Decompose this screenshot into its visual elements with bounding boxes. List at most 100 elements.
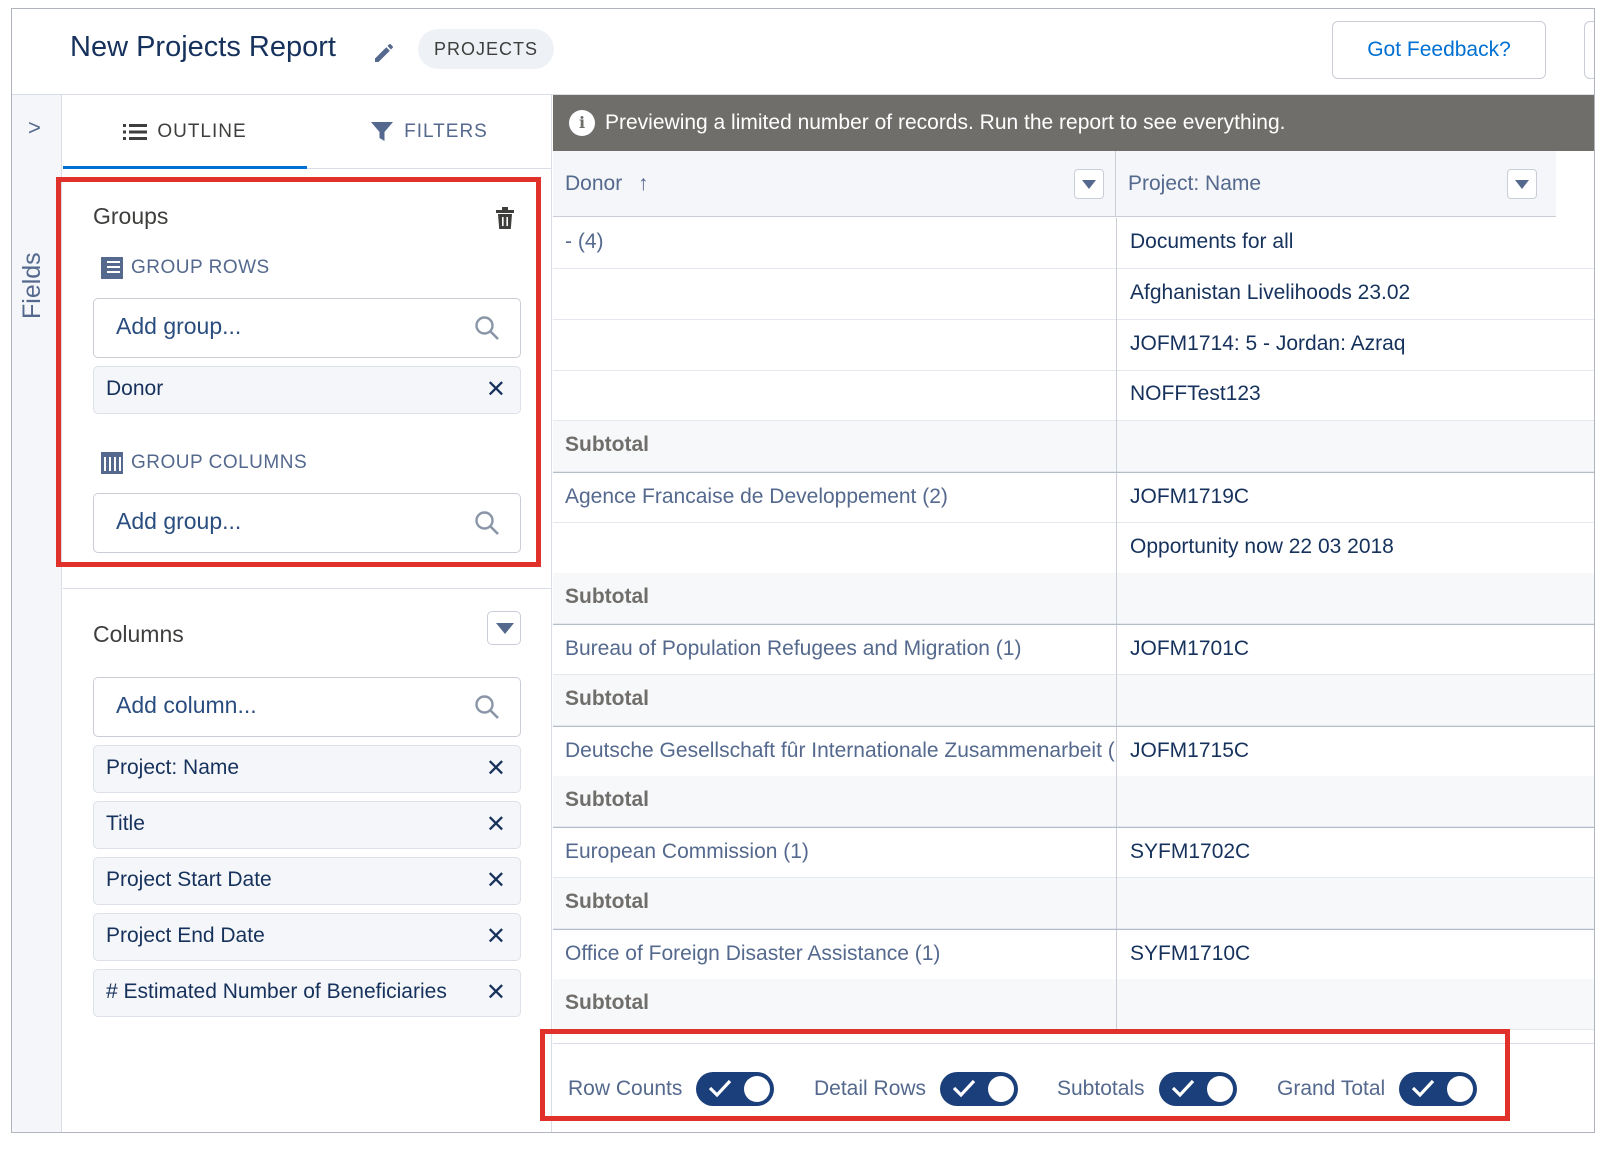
fields-rail[interactable]: > Fields: [12, 95, 62, 1132]
donor-cell: - (4): [565, 230, 604, 253]
donor-cell: [553, 370, 1116, 421]
project-name-cell[interactable]: JOFM1719C: [1116, 472, 1594, 524]
column-pill-label: Title: [106, 812, 145, 835]
project-name-cell[interactable]: Afghanistan Livelihoods 23.02: [1116, 268, 1594, 320]
column-pill[interactable]: Title ✕: [93, 801, 521, 849]
got-feedback-button[interactable]: Got Feedback?: [1332, 21, 1546, 79]
donor-cell: Deutsche Gesellschaft fûr Internationale…: [565, 738, 1116, 762]
toggle-switch[interactable]: [940, 1072, 1019, 1106]
table-row: Office of Foreign Disaster Assistance (1…: [553, 928, 1594, 981]
column-pill-label: Project: Name: [106, 756, 240, 779]
group-columns-placeholder: Add group...: [116, 508, 242, 534]
overflow-button[interactable]: [1584, 21, 1594, 79]
pencil-icon[interactable]: [372, 41, 396, 65]
panel-tabs: OUTLINE FILTERS: [63, 95, 551, 169]
group-columns-label: GROUP COLUMNS: [131, 452, 308, 473]
donor-cell: [553, 320, 1116, 371]
tab-outline[interactable]: OUTLINE: [63, 95, 307, 169]
subtotal-row: Subtotal: [553, 674, 1594, 726]
column-menu-button[interactable]: [1074, 169, 1104, 199]
column-menu-button[interactable]: [1507, 169, 1537, 199]
remove-icon[interactable]: ✕: [486, 866, 506, 895]
donor-cell: [553, 523, 1116, 574]
columns-dropdown-button[interactable]: [487, 611, 521, 645]
project-name-cell[interactable]: Documents for all: [1116, 218, 1594, 269]
remove-icon[interactable]: ✕: [486, 375, 506, 404]
toggle-label: Grand Total: [1277, 1077, 1386, 1100]
table-row: Opportunity now 22 03 2018: [553, 522, 1594, 574]
groups-title: Groups: [93, 203, 169, 229]
project-name-cell: [1116, 979, 1594, 1031]
subtotal-row: Subtotal: [553, 573, 1594, 625]
table-row: Agence Francaise de Developpement (2) JOF…: [553, 471, 1594, 524]
group-columns-search-input[interactable]: Add group...: [93, 493, 521, 553]
donor-cell: Subtotal: [565, 788, 649, 812]
project-name-cell: [1116, 776, 1594, 828]
remove-icon[interactable]: ✕: [486, 922, 506, 951]
group-columns-heading: GROUP COLUMNS: [101, 452, 307, 474]
donor-cell: Bureau of Population Refugees and Migrat…: [565, 637, 1022, 660]
search-icon: [475, 316, 499, 340]
remove-icon[interactable]: ✕: [486, 754, 506, 783]
project-name-cell[interactable]: NOFFTest123: [1116, 370, 1594, 422]
header: New Projects Report PROJECTS Got Feedbac…: [12, 9, 1594, 95]
project-name-cell: [1116, 421, 1594, 472]
report-preview: i Previewing a limited number of records…: [553, 95, 1594, 1132]
report-title: New Projects Report: [70, 31, 336, 63]
donor-cell: Subtotal: [565, 585, 649, 609]
project-name-cell[interactable]: SYFM1702C: [1116, 828, 1594, 879]
chevron-down-icon: [496, 623, 514, 634]
column-pill-label: # Estimated Number of Beneficiaries: [106, 980, 447, 1003]
project-name-cell[interactable]: Opportunity now 22 03 2018: [1116, 522, 1594, 574]
column-pill[interactable]: Project End Date ✕: [93, 913, 521, 961]
donor-cell: [553, 269, 1116, 320]
column-header-donor[interactable]: Donor ↑: [553, 151, 1116, 217]
group-rows-search-input[interactable]: Add group...: [93, 298, 521, 358]
table-row: European Commission (1) SYFM1702C: [553, 827, 1594, 879]
add-column-search-input[interactable]: Add column...: [93, 677, 521, 737]
subtotal-row: Subtotal: [553, 979, 1594, 1031]
toggle-detail-rows[interactable]: Detail Rows: [814, 1072, 1019, 1106]
rows-icon: [101, 257, 123, 279]
column-pill[interactable]: Project Start Date ✕: [93, 857, 521, 905]
subtotal-row: Subtotal: [553, 877, 1594, 929]
column-pill[interactable]: Project: Name ✕: [93, 745, 521, 793]
trash-icon[interactable]: [495, 207, 515, 229]
toggle-switch[interactable]: [696, 1072, 775, 1106]
column-pill-label: Project End Date: [106, 924, 265, 947]
project-name-cell[interactable]: JOFM1714: 5 - Jordan: Azraq: [1116, 319, 1594, 371]
subtotal-row: Subtotal: [553, 421, 1594, 472]
project-name-cell[interactable]: JOFM1715C: [1116, 726, 1594, 778]
info-icon: i: [569, 110, 595, 136]
remove-icon[interactable]: ✕: [486, 810, 506, 839]
chevron-right-icon[interactable]: >: [28, 115, 41, 141]
search-icon: [475, 695, 499, 719]
toggle-grand-total[interactable]: Grand Total: [1277, 1072, 1478, 1106]
group-rows-heading: GROUP ROWS: [101, 257, 270, 279]
toggle-label: Subtotals: [1057, 1077, 1145, 1100]
chevron-down-icon: [1515, 180, 1529, 189]
toggle-switch[interactable]: [1158, 1072, 1237, 1106]
project-name-cell[interactable]: JOFM1701C: [1116, 625, 1594, 676]
table-row: Afghanistan Livelihoods 23.02: [553, 268, 1594, 320]
toggle-knob: [744, 1076, 771, 1102]
table-row: Bureau of Population Refugees and Migrat…: [553, 624, 1594, 676]
group-rows-label: GROUP ROWS: [131, 257, 270, 278]
donor-cell: Office of Foreign Disaster Assistance (1…: [565, 941, 941, 965]
column-header-project-name[interactable]: Project: Name: [1116, 151, 1556, 217]
toggle-knob: [988, 1076, 1015, 1102]
toggle-subtotals[interactable]: Subtotals: [1057, 1072, 1237, 1106]
remove-icon[interactable]: ✕: [486, 978, 506, 1007]
sort-ascending-icon[interactable]: ↑: [638, 172, 649, 195]
group-pill-donor[interactable]: Donor ✕: [93, 366, 521, 414]
project-name-cell[interactable]: SYFM1710C: [1116, 929, 1594, 981]
toggle-knob: [1206, 1076, 1233, 1102]
table-row: - (4) Documents for all: [553, 218, 1594, 269]
tab-filters[interactable]: FILTERS: [307, 95, 551, 169]
column-pill-label: Project Start Date: [106, 868, 272, 891]
toggle-switch[interactable]: [1399, 1072, 1478, 1106]
search-icon: [475, 511, 499, 535]
list-icon: [123, 123, 148, 140]
toggle-row-counts[interactable]: Row Counts: [568, 1072, 775, 1106]
column-pill[interactable]: # Estimated Number of Beneficiaries ✕: [93, 969, 521, 1017]
